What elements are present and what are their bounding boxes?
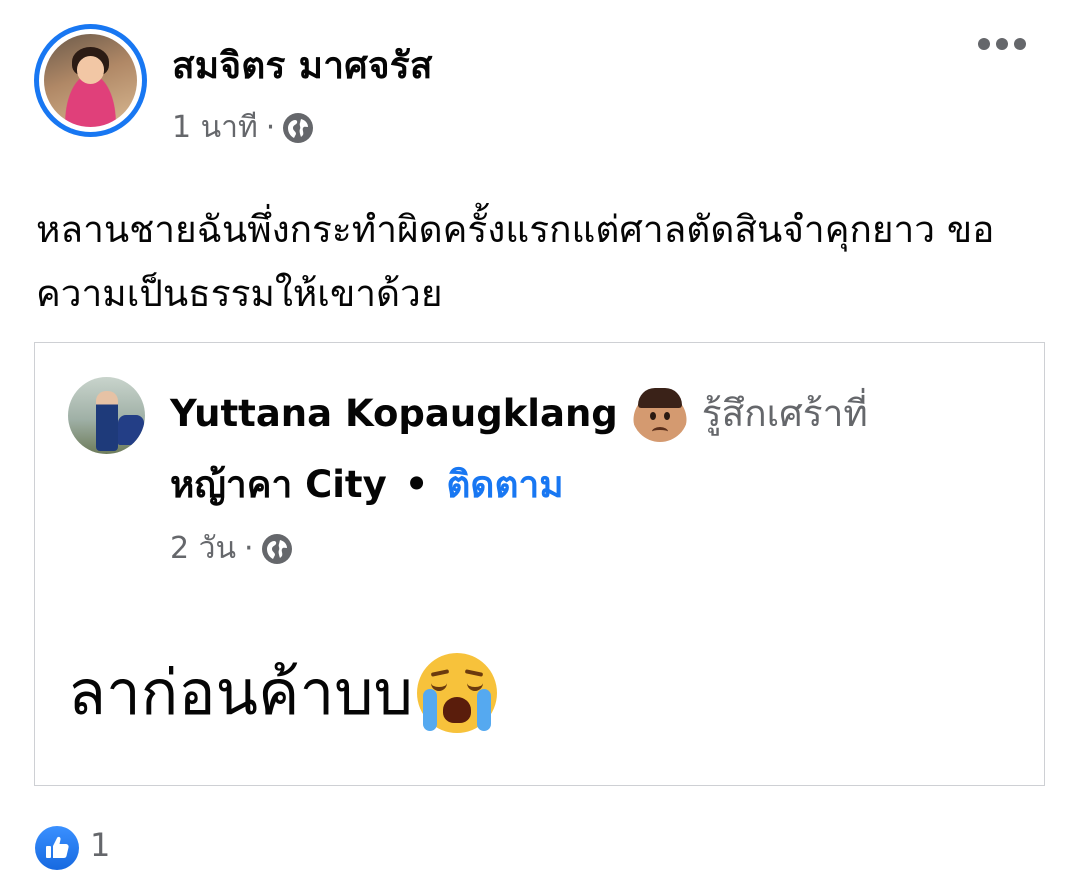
shared-post-header: Yuttana Kopaugklang รู้สึกเศร้าที่ [170,384,868,443]
sad-face-emoji-icon [631,385,688,442]
shared-post-text-row: ลาก่อนค้าบบ [68,644,497,742]
shared-author-avatar[interactable] [68,377,145,454]
globe-icon [261,533,292,564]
like-icon[interactable] [35,826,79,870]
shared-author-name[interactable]: Yuttana Kopaugklang [170,392,618,435]
more-options-icon[interactable] [978,38,1026,50]
location-link[interactable]: หญ้าคา City [170,455,387,514]
post-meta: 1 นาที · [172,104,314,151]
follow-button[interactable]: ติดตาม [446,455,563,514]
bullet-separator: • [404,463,429,506]
shared-post-meta: 2 วัน · [170,525,292,572]
meta-separator: · [243,531,254,566]
author-name[interactable]: สมจิตร มาศจรัส [172,36,433,95]
shared-post-location-row: หญ้าคา City • ติดตาม [170,455,564,514]
post-text: หลานชายฉันพึ่งกระทำผิดครั้งแรกแต่ศาลตัดส… [36,208,995,315]
like-count[interactable]: 1 [90,826,110,864]
globe-icon [283,112,314,143]
crying-face-emoji-icon [416,653,497,733]
author-avatar[interactable] [34,24,147,137]
shared-post-text: ลาก่อนค้าบบ [68,656,413,729]
post-time[interactable]: 1 นาที [172,104,258,151]
shared-post-time[interactable]: 2 วัน [170,525,236,572]
meta-separator: · [265,110,276,145]
feeling-text: รู้สึกเศร้าที่ [701,392,868,435]
